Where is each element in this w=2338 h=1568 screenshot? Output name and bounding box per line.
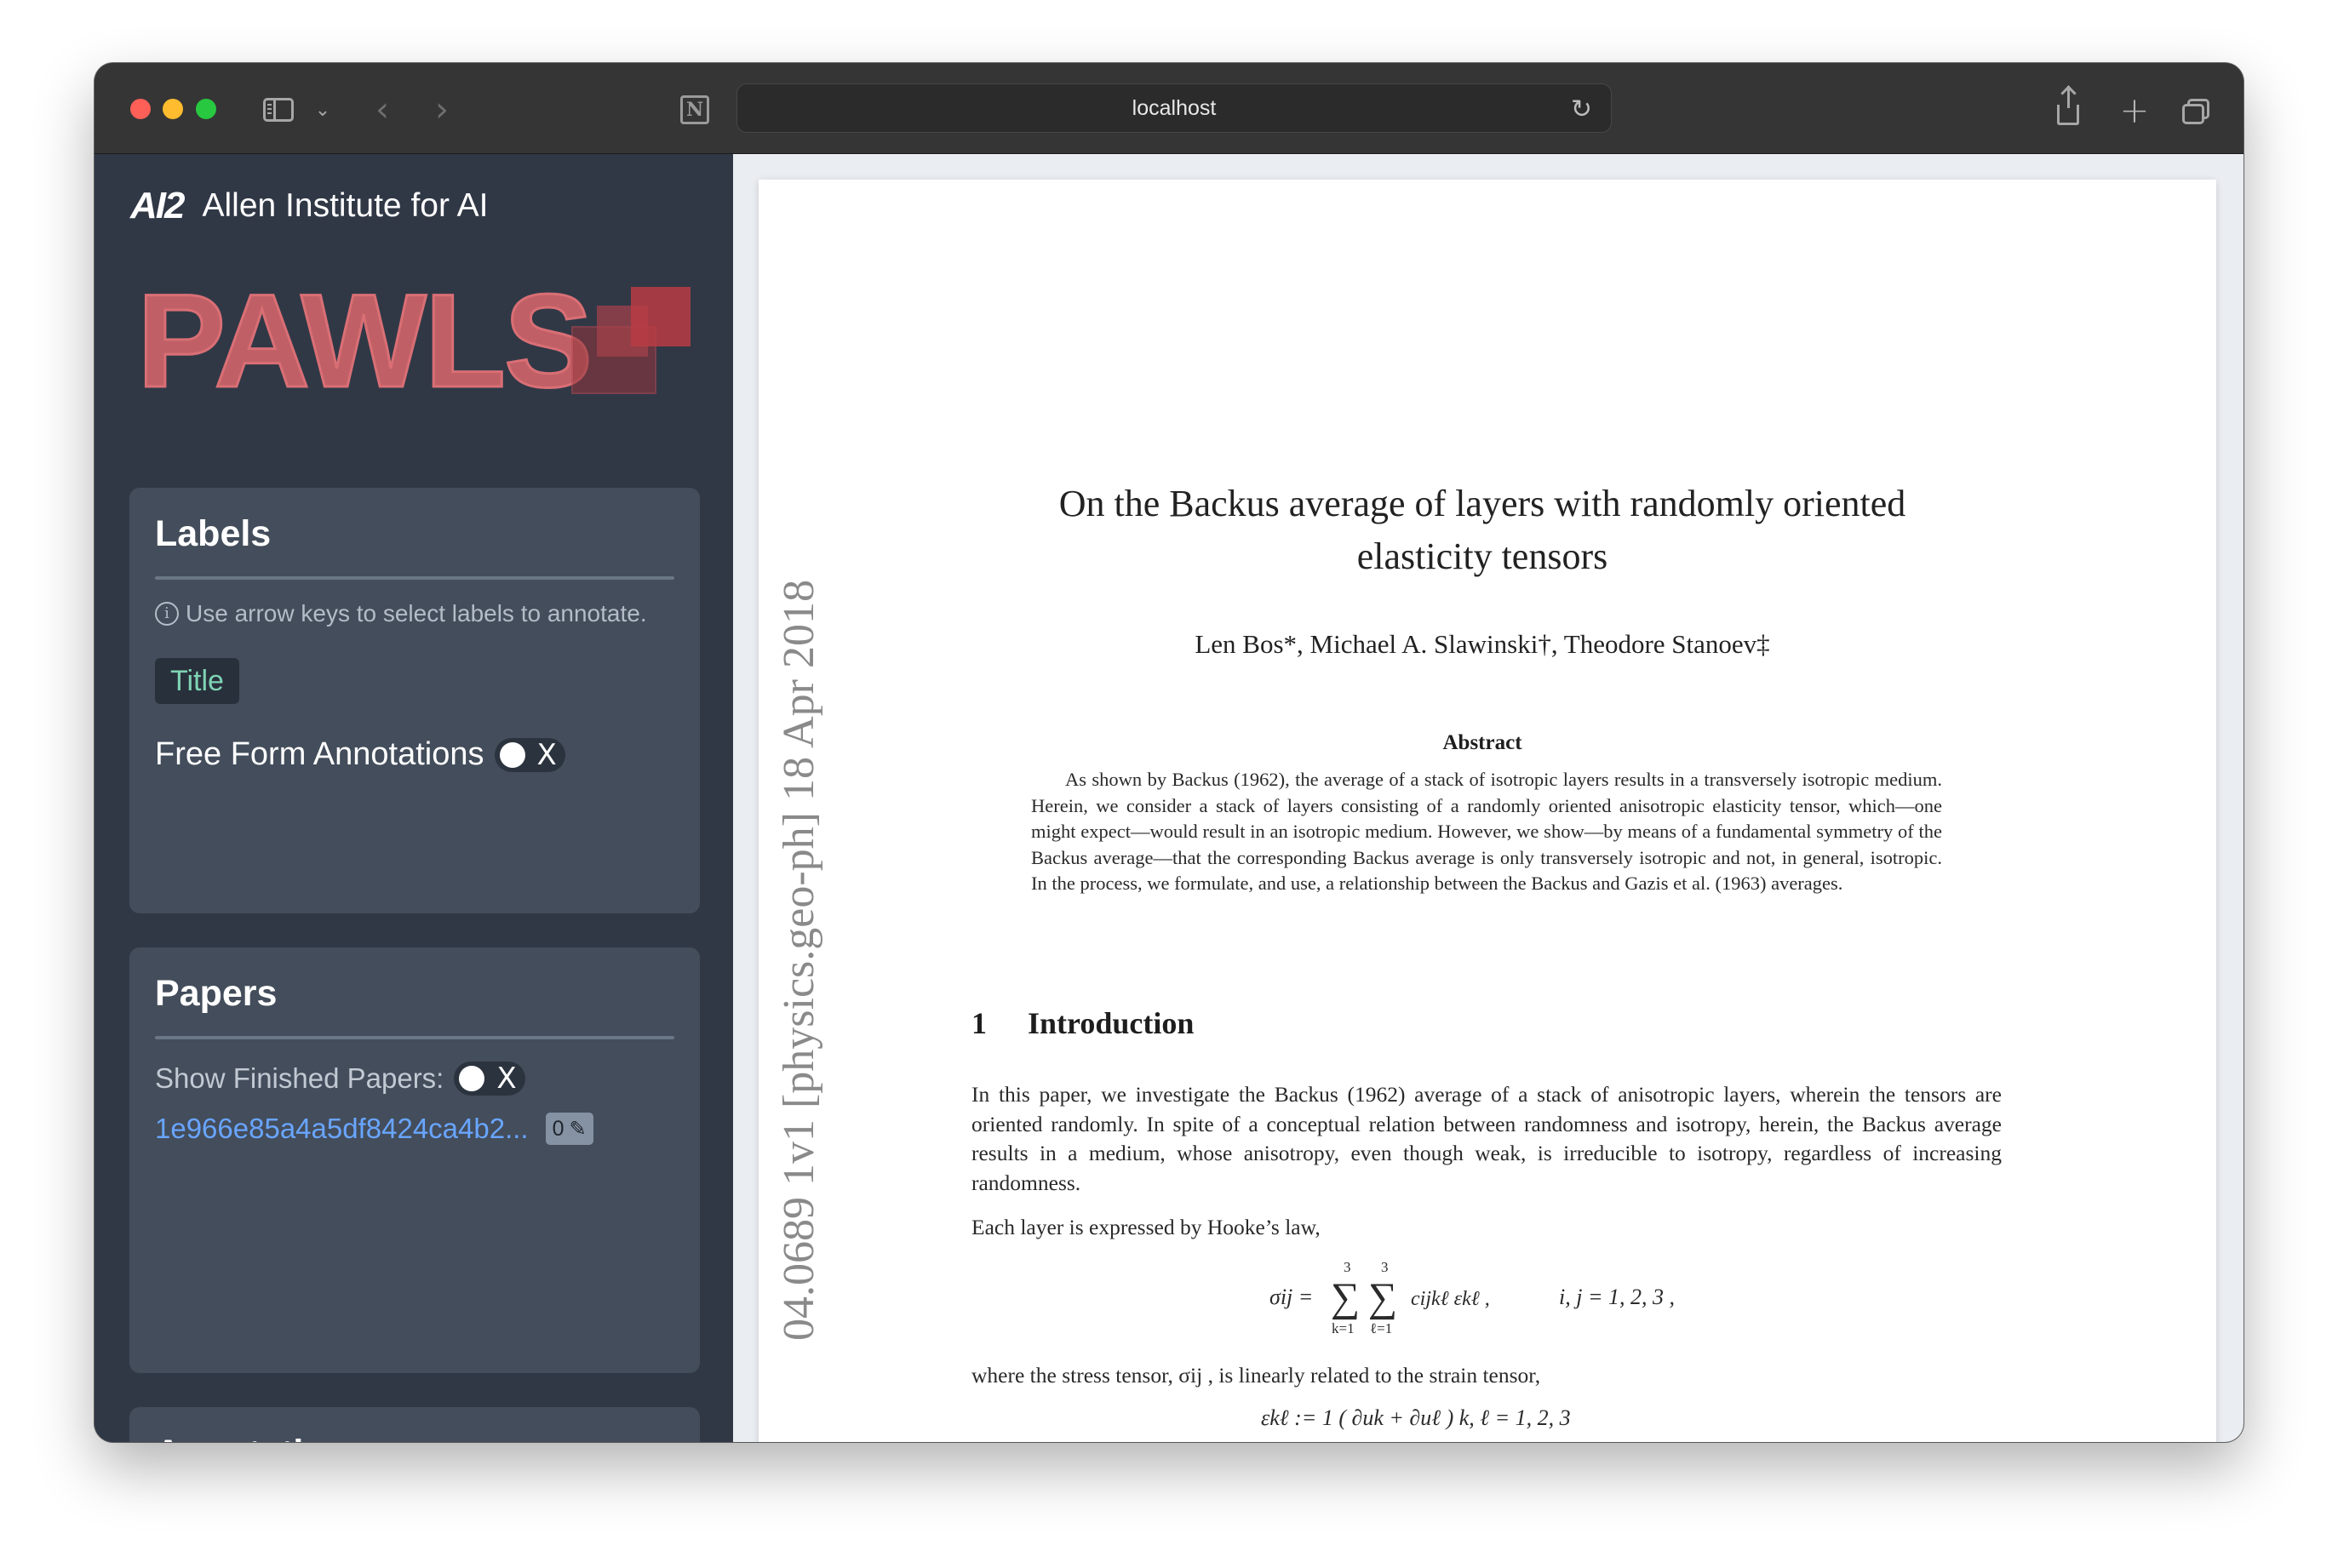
labels-hint-text: Use arrow keys to select labels to annot… bbox=[186, 600, 647, 627]
browser-window: ⌄ ‹ › N localhost ↻ + AI2 Allen Institut… bbox=[95, 63, 2243, 1442]
annotation-count: 0 bbox=[552, 1116, 564, 1141]
paper-link[interactable]: 1e966e85a4a5df8424ca4b2... bbox=[155, 1113, 529, 1145]
annotation-count-badge: 0 ✎ bbox=[545, 1113, 593, 1145]
pawls-logo: PAWLS bbox=[135, 267, 593, 415]
section-number: 1 bbox=[971, 1006, 987, 1040]
free-form-annotations-label: Free Form Annotations bbox=[155, 736, 484, 772]
section-heading[interactable]: 1 Introduction bbox=[971, 1005, 1194, 1041]
back-arrow-icon[interactable]: ‹ bbox=[369, 90, 396, 129]
arxiv-stamp: 04.0689 1v1 [physics.geo-ph] 18 Apr 2018 bbox=[775, 580, 823, 1342]
paper-title[interactable]: On the Backus average of layers with ran… bbox=[997, 478, 1968, 583]
sum-symbol: ∑ bbox=[1368, 1275, 1398, 1320]
plus-icon[interactable]: + bbox=[2117, 89, 2152, 131]
pdf-viewer[interactable]: 04.0689 1v1 [physics.geo-ph] 18 Apr 2018… bbox=[733, 154, 2243, 1442]
intro-paragraph[interactable]: In this paper, we investigate the Backus… bbox=[971, 1080, 2002, 1198]
intro-paragraph-2[interactable]: Each layer is expressed by Hooke’s law, bbox=[971, 1215, 2002, 1240]
minimize-window-button[interactable] bbox=[163, 99, 183, 119]
equation-rhs: cijkℓ εkℓ , bbox=[1411, 1288, 1490, 1310]
show-finished-papers-label: Show Finished Papers: bbox=[155, 1062, 444, 1094]
pdf-page[interactable]: 04.0689 1v1 [physics.geo-ph] 18 Apr 2018… bbox=[759, 180, 2216, 1442]
toggle-knob bbox=[499, 741, 525, 768]
show-finished-papers-toggle[interactable]: X bbox=[454, 1062, 525, 1096]
notion-icon[interactable]: N bbox=[679, 95, 711, 124]
browser-toolbar: ⌄ ‹ › N localhost ↻ + bbox=[95, 63, 2243, 154]
address-bar[interactable]: localhost ↻ bbox=[736, 83, 1612, 133]
sum-lower-limit: k=1 bbox=[1332, 1320, 1355, 1336]
sidebar-icon[interactable] bbox=[261, 95, 295, 124]
pencil-icon: ✎ bbox=[569, 1117, 587, 1141]
brand[interactable]: AI2 Allen Institute for AI bbox=[130, 185, 489, 227]
equation-range: i, j = 1, 2, 3 , bbox=[1559, 1285, 1675, 1309]
brand-name: Allen Institute for AI bbox=[202, 187, 489, 224]
pawls-app: AI2 Allen Institute for AI PAWLS Labels … bbox=[95, 154, 2243, 1442]
body-text[interactable]: where the stress tensor, σij , is linear… bbox=[971, 1363, 2002, 1388]
papers-panel: Papers Show Finished Papers: X 1e966e85a… bbox=[129, 947, 700, 1373]
toggle-knob bbox=[459, 1066, 485, 1091]
abstract-heading[interactable]: Abstract bbox=[997, 731, 1968, 755]
annotations-panel: Annotations bbox=[129, 1407, 700, 1442]
labels-panel: Labels i Use arrow keys to select labels… bbox=[129, 488, 700, 913]
url-text: localhost bbox=[1132, 95, 1217, 120]
share-icon[interactable] bbox=[2051, 86, 2085, 125]
labels-panel-title: Labels bbox=[155, 513, 272, 554]
sum-upper-limit: 3 bbox=[1344, 1259, 1351, 1275]
labels-hint: i Use arrow keys to select labels to ann… bbox=[155, 600, 647, 627]
label-chip-title[interactable]: Title bbox=[155, 658, 239, 704]
section-title: Introduction bbox=[1028, 1006, 1195, 1040]
chevron-down-icon[interactable]: ⌄ bbox=[312, 95, 333, 124]
maximize-window-button[interactable] bbox=[196, 99, 216, 119]
close-icon: X bbox=[496, 1062, 517, 1096]
free-form-annotations-row: Free Form Annotations X bbox=[155, 736, 565, 773]
divider bbox=[155, 1036, 674, 1039]
equation-hookes-law[interactable]: σij = 3 3 ∑ ∑ k=1 ℓ=1 cijkℓ εkℓ , i, j =… bbox=[1269, 1259, 1865, 1336]
show-finished-papers-row: Show Finished Papers: X bbox=[155, 1062, 525, 1096]
info-icon: i bbox=[155, 602, 179, 626]
sum-symbol: ∑ bbox=[1331, 1275, 1361, 1320]
abstract-text[interactable]: As shown by Backus (1962), the average o… bbox=[1031, 767, 1942, 897]
tabs-icon[interactable] bbox=[2179, 95, 2216, 124]
close-window-button[interactable] bbox=[130, 99, 151, 119]
free-form-annotations-toggle[interactable]: X bbox=[494, 737, 565, 772]
ai2-logo: AI2 bbox=[130, 185, 186, 226]
divider bbox=[155, 576, 674, 580]
paper-list-item: 1e966e85a4a5df8424ca4b2... 0 ✎ bbox=[155, 1113, 593, 1145]
sidebar: AI2 Allen Institute for AI PAWLS Labels … bbox=[95, 154, 733, 1442]
equation-strain[interactable]: εkℓ := 1 ( ∂uk + ∂uℓ ) k, ℓ = 1, 2, 3 bbox=[1261, 1405, 1571, 1431]
paper-authors[interactable]: Len Bos*, Michael A. Slawinski†, Theodor… bbox=[997, 629, 1968, 660]
sum-upper-limit: 3 bbox=[1381, 1259, 1389, 1275]
papers-panel-title: Papers bbox=[155, 973, 278, 1014]
annotations-panel-title: Annotations bbox=[155, 1433, 369, 1442]
close-icon: X bbox=[536, 737, 557, 772]
pawls-logo-icon bbox=[571, 287, 699, 398]
equation-lhs: σij = bbox=[1269, 1285, 1314, 1309]
sum-lower-limit: ℓ=1 bbox=[1370, 1320, 1393, 1336]
reload-icon[interactable]: ↻ bbox=[1571, 94, 1592, 124]
forward-arrow-icon[interactable]: › bbox=[428, 90, 456, 129]
